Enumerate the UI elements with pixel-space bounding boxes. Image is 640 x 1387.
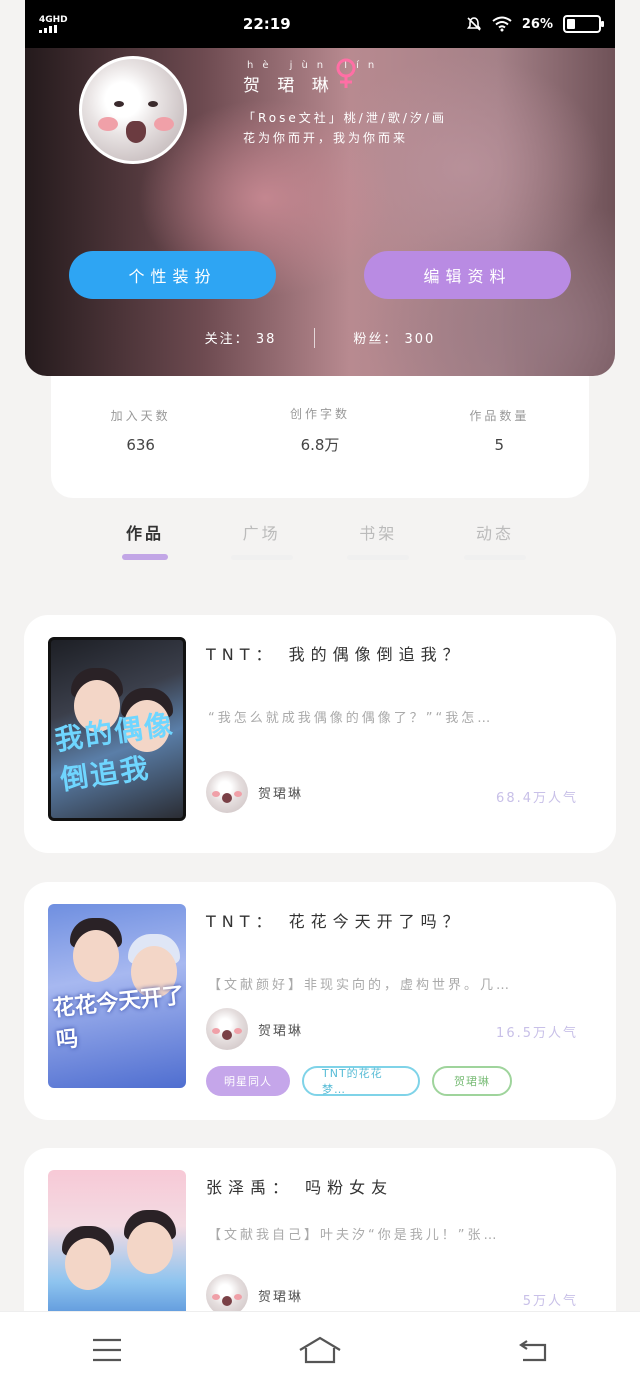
stat-value: 6.8万 [300,436,340,454]
profile-name-pinyin: hè jùn lín [247,60,384,71]
work-author[interactable]: 贺珺琳 [206,1274,303,1316]
stat-label: 加入天数 [110,408,171,423]
avatar [206,1274,248,1316]
edit-profile-button[interactable]: 编辑资料 [364,251,571,299]
tag[interactable]: 明星同人 [206,1066,290,1096]
stat-label: 作品数量 [469,408,530,423]
battery-icon [563,15,604,33]
work-tags: 明星同人 TNT的花花梦… 贺珺琳 [206,1066,512,1096]
following[interactable]: 关注： 38 [205,328,277,348]
followers-label: 粉丝： [353,332,399,347]
signal-icon [39,25,68,33]
system-nav-bar [0,1312,640,1387]
popularity: 5万人气 [522,1294,578,1309]
back-button[interactable] [503,1325,563,1375]
female-icon [336,58,356,88]
work-card[interactable]: 张泽禹： 吗粉女友 【文献我自己】叶夫汐“你是我儿！”张… 贺珺琳 5万人气 [24,1148,616,1330]
work-author[interactable]: 贺珺琳 [206,1008,303,1050]
work-excerpt: “我怎么就成我偶像的偶像了？”“我怎… [208,711,494,726]
tag[interactable]: 贺珺琳 [432,1066,512,1096]
work-excerpt: 【文献颜好】非现实向的，虚构世界。几… [208,978,513,993]
home-button[interactable] [290,1325,350,1375]
author-name: 贺珺琳 [258,786,304,802]
work-cover[interactable] [48,1170,186,1330]
profile-header: hè jùn lín 贺 珺 琳 「Rose文社」桃/泄/歌/汐/画 花为你而开… [25,48,615,376]
divider [314,328,316,348]
mute-icon [466,17,481,31]
work-card[interactable]: 我的偶像倒追我 TNT： 我的偶像倒追我？ “我怎么就成我偶像的偶像了？”“我怎… [24,615,616,853]
stat-label: 创作字数 [289,407,350,421]
following-count: 38 [255,332,277,347]
work-title[interactable]: TNT： 我的偶像倒追我？ [206,641,465,665]
menu-icon [92,1338,121,1361]
battery-percent: 26% [521,16,553,32]
work-cover[interactable]: 花花今天开了吗 [48,904,186,1088]
cover-title: 我的偶像倒追我 [52,707,177,797]
tag[interactable]: TNT的花花梦… [302,1066,420,1096]
profile-avatar[interactable] [79,56,187,164]
stat-works-count: 作品数量 5 [469,407,529,454]
stat-value: 5 [494,435,505,454]
cover-title: 花花今天开了吗 [51,983,186,1054]
popularity: 68.4万人气 [496,791,578,806]
work-card[interactable]: 花花今天开了吗 TNT： 花花今天开了吗？ 【文献颜好】非现实向的，虚构世界。几… [24,882,616,1120]
network-indicator: 4GHD [39,15,68,33]
work-excerpt: 【文献我自己】叶夫汐“你是我儿！”张… [208,1228,500,1243]
home-icon [299,1336,341,1363]
following-label: 关注： [204,332,250,347]
author-name: 贺珺琳 [258,1023,304,1039]
avatar [206,771,248,813]
menu-button[interactable] [77,1325,137,1375]
stats-card: 加入天数 636 创作字数 6.8万 作品数量 5 [51,376,589,498]
profile-name-text: 贺 珺 琳 [243,76,335,96]
tab-works[interactable]: 作品 [110,520,180,560]
profile-bio: 「Rose文社」桃/泄/歌/汐/画 花为你而开，我为你而来 [243,108,447,148]
avatar [206,1008,248,1050]
bio-line-2: 花为你而开，我为你而来 [243,131,409,145]
follow-stats: 关注： 38 粉丝： 300 [25,328,615,348]
stat-value: 636 [126,435,155,454]
tab-activity[interactable]: 动态 [460,520,530,560]
profile-name: hè jùn lín 贺 珺 琳 [243,60,383,96]
profile-tabs: 作品 广场 书架 动态 [110,520,530,560]
dressup-button[interactable]: 个性装扮 [69,251,276,299]
tab-bookshelf[interactable]: 书架 [343,520,413,560]
clock: 22:19 [242,15,291,33]
status-bar: 4GHD 22:19 26% [25,0,615,48]
work-cover[interactable]: 我的偶像倒追我 [48,637,186,821]
followers-count: 300 [404,332,436,347]
status-icons: 26% [466,15,604,33]
followers[interactable]: 粉丝： 300 [353,328,435,348]
network-label: 4GHD [39,15,68,25]
stat-word-count: 创作字数 6.8万 [290,405,350,455]
popularity: 16.5万人气 [496,1026,578,1041]
work-title[interactable]: TNT： 花花今天开了吗？ [206,908,465,932]
author-name: 贺珺琳 [258,1289,304,1305]
tab-square[interactable]: 广场 [227,520,297,560]
bio-line-1: 「Rose文社」桃/泄/歌/汐/画 [243,111,447,125]
stat-days-joined: 加入天数 636 [111,407,171,454]
work-author[interactable]: 贺珺琳 [206,771,303,813]
work-title[interactable]: 张泽禹： 吗粉女友 [206,1174,393,1198]
wifi-icon [492,16,512,32]
back-icon [519,1339,547,1361]
